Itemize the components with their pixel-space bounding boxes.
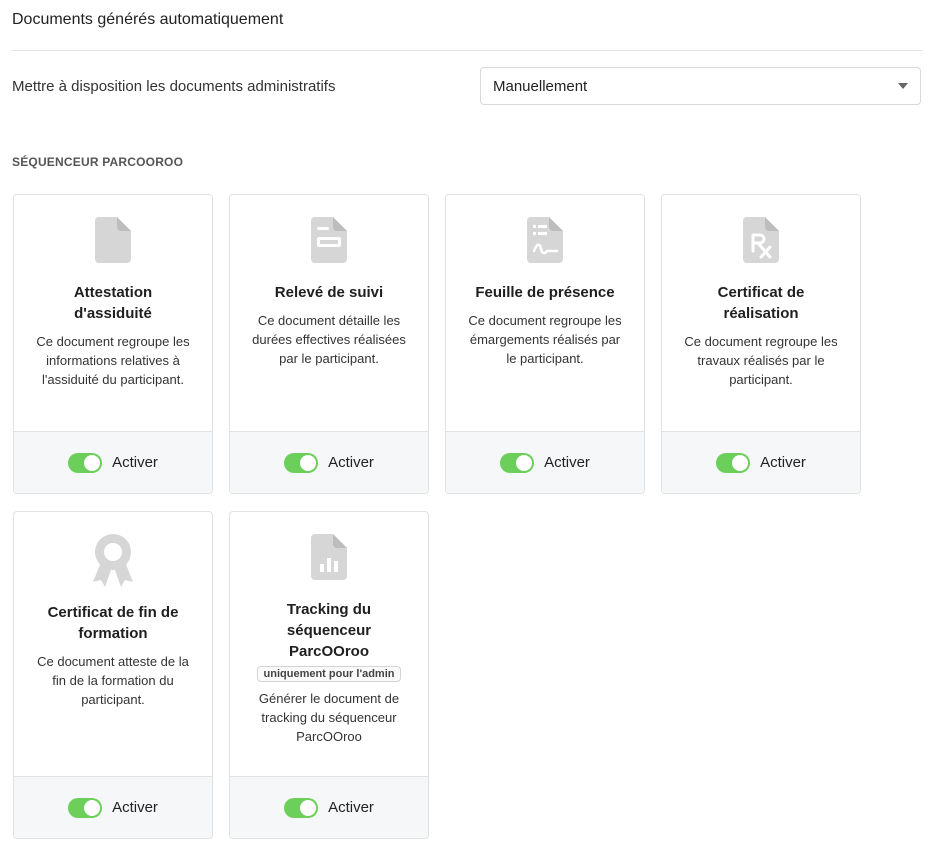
card-footer: Activer	[14, 776, 212, 838]
section-title: Documents générés automatiquement	[12, 11, 284, 28]
activate-toggle[interactable]	[68, 452, 103, 473]
toggle-knob	[300, 799, 317, 816]
card-title: Relevé de suivi	[274, 284, 384, 301]
availability-select[interactable]: Manuellement	[480, 67, 921, 105]
activate-toggle[interactable]	[68, 797, 103, 818]
activate-label: Activer	[112, 454, 158, 471]
activate-toggle[interactable]	[284, 452, 319, 473]
toggle-knob	[732, 454, 749, 471]
document-card-tracking: Tracking du séquenceur ParcOOroo uniquem…	[229, 511, 429, 839]
card-description: Ce document détaille les durées effectiv…	[252, 313, 406, 366]
activate-toggle[interactable]	[500, 452, 535, 473]
card-footer: Activer	[230, 431, 428, 493]
file-invoice-icon	[240, 217, 418, 267]
file-signature-icon	[456, 217, 634, 267]
toggle-knob	[84, 799, 101, 816]
divider	[12, 50, 923, 51]
chevron-down-icon	[898, 83, 908, 89]
document-card-certificat-realisation: Certificat de réalisation Ce document re…	[661, 194, 861, 494]
file-prescription-icon	[672, 217, 850, 267]
availability-select-value: Manuellement	[493, 77, 588, 95]
document-card-certificat-fin: Certificat de fin de formation Ce docume…	[13, 511, 213, 839]
card-title: Feuille de présence	[475, 284, 615, 301]
availability-label: Mettre à disposition les documents admin…	[12, 78, 336, 95]
award-icon	[24, 532, 202, 587]
activate-toggle[interactable]	[716, 452, 751, 473]
document-card-attestation: Attestation d'assiduité Ce document regr…	[13, 194, 213, 494]
document-card-releve: Relevé de suivi Ce document détaille les…	[229, 194, 429, 494]
file-chart-icon	[240, 534, 418, 584]
card-title: Tracking du séquenceur ParcOOroo	[286, 601, 372, 660]
group-label: SÉQUENCEUR PARCOOROO	[12, 155, 184, 169]
activate-label: Activer	[544, 454, 590, 471]
card-footer: Activer	[14, 431, 212, 493]
card-title: Certificat de fin de formation	[47, 604, 179, 642]
card-footer: Activer	[230, 776, 428, 838]
admin-only-badge: uniquement pour l'admin	[256, 666, 402, 682]
card-description: Ce document regroupe les émargements réa…	[468, 313, 622, 366]
activate-toggle[interactable]	[284, 797, 319, 818]
card-footer: Activer	[662, 431, 860, 493]
card-description: Générer le document de tracking du séque…	[258, 691, 400, 744]
toggle-knob	[300, 454, 317, 471]
card-title: Attestation d'assiduité	[73, 284, 153, 322]
activate-label: Activer	[328, 454, 374, 471]
card-title: Certificat de réalisation	[717, 284, 805, 322]
activate-label: Activer	[112, 799, 158, 816]
card-description: Ce document atteste de la fin de la form…	[37, 654, 189, 707]
document-card-feuille: Feuille de présence Ce document regroupe…	[445, 194, 645, 494]
card-description: Ce document regroupe les informations re…	[36, 334, 190, 387]
card-description: Ce document regroupe les travaux réalisé…	[684, 334, 838, 387]
file-icon	[24, 217, 202, 267]
toggle-knob	[516, 454, 533, 471]
card-footer: Activer	[446, 431, 644, 493]
activate-label: Activer	[328, 799, 374, 816]
toggle-knob	[84, 454, 101, 471]
activate-label: Activer	[760, 454, 806, 471]
